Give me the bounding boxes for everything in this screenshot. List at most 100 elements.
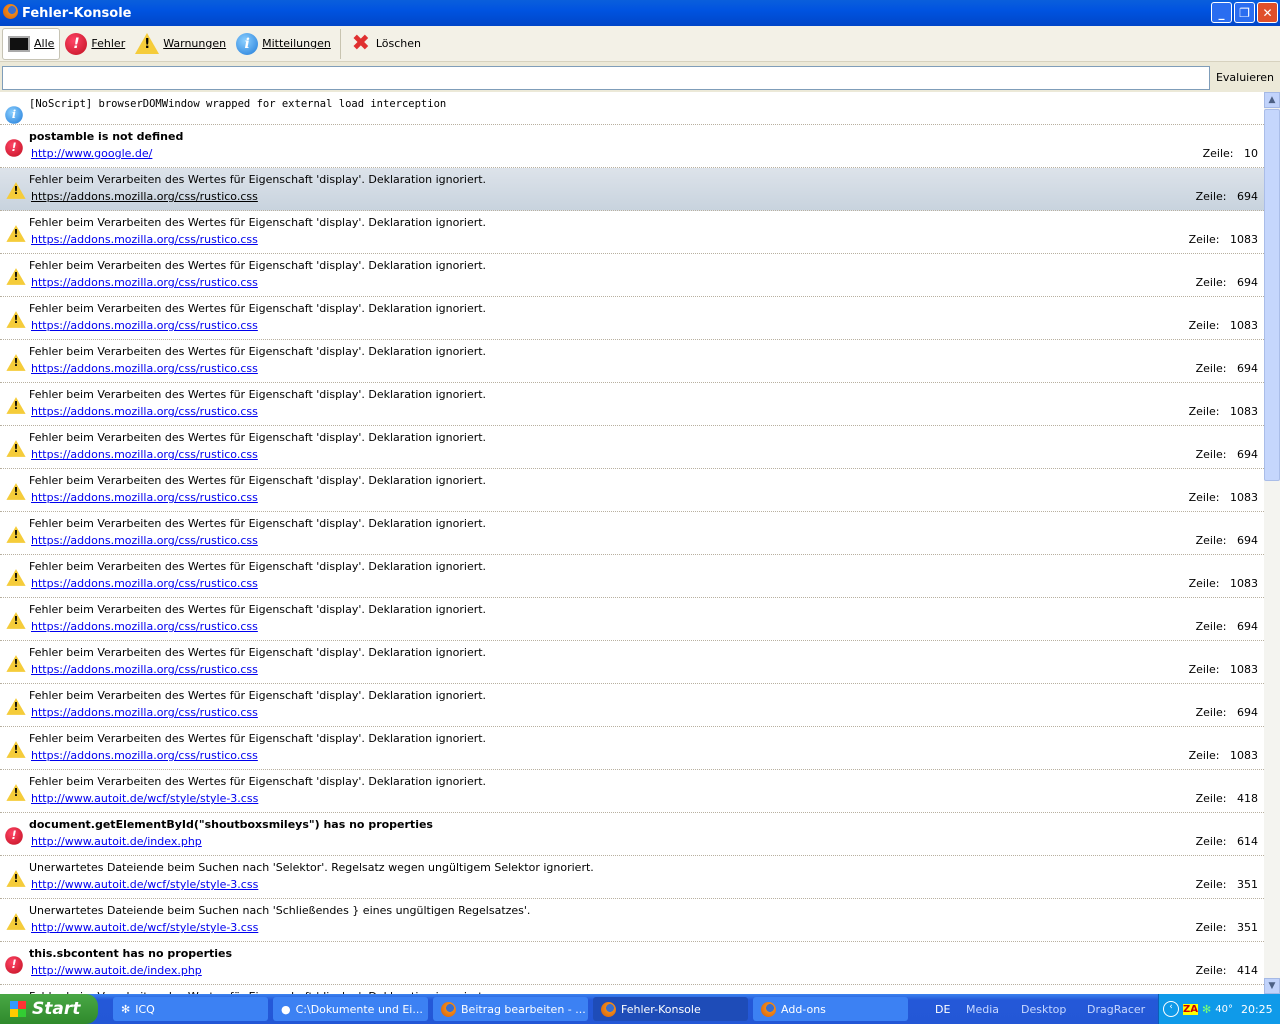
scroll-down-button[interactable]: ▼ <box>1264 978 1280 994</box>
console-entry[interactable]: !Fehler beim Verarbeiten des Wertes für … <box>0 211 1264 254</box>
start-button[interactable]: Start <box>0 994 98 1024</box>
console-entry[interactable]: !Fehler beim Verarbeiten des Wertes für … <box>0 168 1264 211</box>
entry-source-link[interactable]: http://www.autoit.de/wcf/style/style-3.c… <box>31 792 258 805</box>
line-label: Zeile: <box>1188 663 1230 676</box>
line-label: Zeile: <box>1188 577 1230 590</box>
zonealarm-icon[interactable]: ZA <box>1183 1003 1198 1015</box>
taskbar-button[interactable]: Beitrag bearbeiten - ... <box>433 997 588 1021</box>
line-value: 1083 <box>1230 319 1258 332</box>
toolbar-dragracer[interactable]: DragRacer <box>1087 1003 1145 1016</box>
entry-line-number: Zeile: 694 <box>1196 706 1258 719</box>
entry-source-link[interactable]: http://www.google.de/ <box>31 147 152 160</box>
entry-source-link[interactable]: https://addons.mozilla.org/css/rustico.c… <box>31 577 258 590</box>
tray-expand-icon[interactable]: ‹ <box>1163 1001 1179 1017</box>
console-entry[interactable]: !Fehler beim Verarbeiten des Wertes für … <box>0 469 1264 512</box>
line-value: 10 <box>1244 147 1258 160</box>
console-entry[interactable]: !Fehler beim Verarbeiten des Wertes für … <box>0 512 1264 555</box>
filter-messages-button[interactable]: i Mitteilungen <box>231 28 336 60</box>
evaluate-input[interactable] <box>2 66 1210 90</box>
console-entry[interactable]: ! Unerwartetes Dateiende beim Suchen nach… <box>0 899 1264 942</box>
entry-source-link[interactable]: https://addons.mozilla.org/css/rustico.c… <box>31 749 258 762</box>
entry-message: postamble is not defined <box>29 130 184 143</box>
filter-warnings-button[interactable]: ! Warnungen <box>130 28 231 60</box>
system-tray: ‹ ZA ✻ 40° 20:25 <box>1158 994 1280 1024</box>
warning-icon: ! <box>6 397 26 414</box>
clear-button[interactable]: ✖ Löschen <box>345 28 426 60</box>
entry-source-link[interactable]: http://www.autoit.de/index.php <box>31 835 202 848</box>
scrollbar-thumb[interactable] <box>1264 109 1280 481</box>
warning-icon: ! <box>6 440 26 457</box>
console-entry[interactable]: ! postamble is not defined http://www.goog… <box>0 125 1264 168</box>
entry-source-link[interactable]: https://addons.mozilla.org/css/rustico.c… <box>31 276 258 289</box>
entry-source-link[interactable]: https://addons.mozilla.org/css/rustico.c… <box>31 534 258 547</box>
toolbar-separator <box>339 28 341 59</box>
console-entry[interactable]: !Fehler beim Verarbeiten des Wertes für … <box>0 426 1264 469</box>
entry-source-link[interactable]: https://addons.mozilla.org/css/rustico.c… <box>31 362 258 375</box>
entry-source-link[interactable]: https://addons.mozilla.org/css/rustico.c… <box>31 491 258 504</box>
entry-source-link[interactable]: https://addons.mozilla.org/css/rustico.c… <box>31 620 258 633</box>
entry-source-link[interactable]: https://addons.mozilla.org/css/rustico.c… <box>31 663 258 676</box>
console-entry[interactable]: !Fehler beim Verarbeiten des Wertes für … <box>0 383 1264 426</box>
console-entry[interactable]: ! this.sbcontent has no properties http://… <box>0 942 1264 985</box>
entry-message: Fehler beim Verarbeiten des Wertes für E… <box>29 560 487 573</box>
line-value: 1083 <box>1230 577 1258 590</box>
taskbar-button[interactable]: Fehler-Konsole <box>593 997 748 1021</box>
firefox-icon <box>761 1001 776 1017</box>
line-value: 414 <box>1237 964 1258 977</box>
taskbar-button[interactable]: ✻ ICQ <box>113 997 268 1021</box>
exclamation-glyph: ! <box>13 443 19 456</box>
entry-line-number: Zeile: 1083 <box>1189 663 1258 676</box>
entry-line-number: Zeile: 1083 <box>1189 749 1258 762</box>
line-label: Zeile: <box>1195 835 1237 848</box>
entry-source-link[interactable]: http://www.autoit.de/index.php <box>31 964 202 977</box>
taskbar-button[interactable]: ● C:\Dokumente und Ei... <box>273 997 428 1021</box>
console-entry[interactable]: i [NoScript] browserDOMWindow wrapped for… <box>0 92 1264 125</box>
filter-errors-button[interactable]: ! Fehler <box>60 28 130 60</box>
line-label: Zeile: <box>1195 534 1237 547</box>
console-entry[interactable]: !Fehler beim Verarbeiten des Wertes für … <box>0 598 1264 641</box>
entry-source-link[interactable]: https://addons.mozilla.org/css/rustico.c… <box>31 405 258 418</box>
toolbar-desktop[interactable]: Desktop <box>1021 1003 1066 1016</box>
taskbar-button[interactable]: Add-ons <box>753 997 908 1021</box>
entry-message: Fehler beim Verarbeiten des Wertes für E… <box>29 775 487 788</box>
console-entry[interactable]: !Fehler beim Verarbeiten des Wertes für … <box>0 727 1264 770</box>
console-entry[interactable]: !Fehler beim Verarbeiten des Wertes für … <box>0 340 1264 383</box>
console-entry[interactable]: ! document.getElementById("shoutboxsmiley… <box>0 813 1264 856</box>
warning-icon: ! <box>6 182 26 199</box>
close-button[interactable]: ✕ <box>1257 2 1278 23</box>
restore-button[interactable]: ❐ <box>1234 2 1255 23</box>
taskbar-button-label: Beitrag bearbeiten - ... <box>461 1002 586 1016</box>
vertical-scrollbar[interactable]: ▲ ▼ <box>1264 92 1280 994</box>
evaluate-button[interactable]: Evaluieren <box>1213 68 1277 88</box>
filter-all-button[interactable]: Alle <box>2 27 61 60</box>
entry-source-link[interactable]: http://www.autoit.de/wcf/style/style-3.c… <box>31 878 258 891</box>
icq-tray-icon[interactable]: ✻ <box>1202 1003 1211 1016</box>
entry-line-number: Zeile: 1083 <box>1189 577 1258 590</box>
entry-source-link[interactable]: http://www.autoit.de/wcf/style/style-3.c… <box>31 921 258 934</box>
entry-source-link[interactable]: https://addons.mozilla.org/css/rustico.c… <box>31 190 258 203</box>
line-label: Zeile: <box>1195 878 1237 891</box>
scroll-up-button[interactable]: ▲ <box>1264 92 1280 108</box>
console-entry[interactable]: ! Unerwartetes Dateiende beim Suchen nach… <box>0 856 1264 899</box>
console-entry[interactable]: !Fehler beim Verarbeiten des Wertes für … <box>0 985 1264 994</box>
title-bar: Fehler-Konsole _ ❐ ✕ <box>0 0 1280 26</box>
console-entry[interactable]: !Fehler beim Verarbeiten des Wertes für … <box>0 254 1264 297</box>
taskbar-button-label: ICQ <box>135 1002 155 1016</box>
toolbar-media[interactable]: Media <box>966 1003 999 1016</box>
entry-line-number: Zeile: 694 <box>1196 276 1258 289</box>
entry-source-link[interactable]: https://addons.mozilla.org/css/rustico.c… <box>31 448 258 461</box>
console-entry[interactable]: !Fehler beim Verarbeiten des Wertes für … <box>0 770 1264 813</box>
entry-source-link[interactable]: https://addons.mozilla.org/css/rustico.c… <box>31 706 258 719</box>
entry-source-link[interactable]: https://addons.mozilla.org/css/rustico.c… <box>31 319 258 332</box>
console-entry[interactable]: !Fehler beim Verarbeiten des Wertes für … <box>0 641 1264 684</box>
warning-icon: ! <box>6 612 26 629</box>
line-value: 694 <box>1237 534 1258 547</box>
console-entry[interactable]: !Fehler beim Verarbeiten des Wertes für … <box>0 684 1264 727</box>
language-indicator[interactable]: DE <box>935 1003 950 1016</box>
console-entry[interactable]: !Fehler beim Verarbeiten des Wertes für … <box>0 555 1264 598</box>
entry-message: document.getElementById("shoutboxsmileys… <box>29 818 433 831</box>
console-entry[interactable]: !Fehler beim Verarbeiten des Wertes für … <box>0 297 1264 340</box>
entry-source-link[interactable]: https://addons.mozilla.org/css/rustico.c… <box>31 233 258 246</box>
line-value: 1083 <box>1230 405 1258 418</box>
minimize-button[interactable]: _ <box>1211 2 1232 23</box>
